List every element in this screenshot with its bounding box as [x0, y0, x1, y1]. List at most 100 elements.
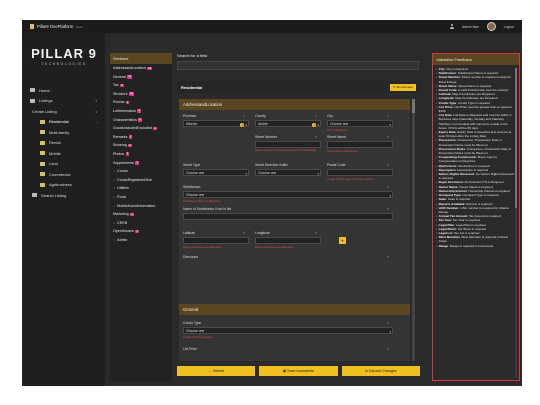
- section-item[interactable]: Rooms 2: [110, 98, 172, 107]
- section-item[interactable]: Marketing 3: [110, 210, 172, 219]
- help-icon[interactable]: ?: [387, 163, 389, 167]
- condo-type-select[interactable]: Choose one ▾: [183, 327, 393, 334]
- section-item[interactable]: Characteristics 3: [110, 116, 172, 125]
- section-item[interactable]: Structure 16: [110, 90, 172, 99]
- section-item[interactable]: Tax 5: [110, 81, 172, 90]
- section-label: Rooms: [113, 100, 125, 105]
- latitude-input[interactable]: [183, 237, 249, 244]
- street-number-input[interactable]: [255, 141, 321, 148]
- section-item[interactable]: GoodsIncludedExcluded 2: [110, 124, 172, 133]
- form-scrollbar[interactable]: [412, 99, 415, 361]
- section-item[interactable]: ✓ Admin: [110, 236, 172, 245]
- user-label[interactable]: Admin Nav: [462, 25, 479, 29]
- search-input[interactable]: [177, 61, 419, 70]
- nav-label: Residential: [49, 119, 69, 125]
- map-pin-icon[interactable]: ⌖: [339, 237, 346, 244]
- nav-agribusiness[interactable]: Agribusiness: [22, 180, 105, 191]
- nav-search-listing[interactable]: Search Listing: [22, 190, 105, 201]
- clear-icon[interactable]: ×: [312, 122, 317, 127]
- section-item[interactable]: AddressandLocation 12: [110, 64, 172, 73]
- help-icon[interactable]: ?: [387, 321, 389, 325]
- section-item[interactable]: ✓ MobileHomeInformation: [110, 202, 172, 211]
- nav-residential[interactable]: Residential ›: [22, 117, 105, 128]
- section-item[interactable]: Showing 2: [110, 141, 172, 150]
- help-icon[interactable]: ?: [315, 135, 317, 139]
- help-icon[interactable]: ?: [387, 135, 389, 139]
- help-icon[interactable]: ?: [243, 231, 245, 235]
- nav-commercial[interactable]: Commercial: [22, 169, 105, 180]
- nav-listings[interactable]: Listings ▾: [22, 96, 105, 107]
- section-item[interactable]: OpenHouses 1: [110, 227, 172, 236]
- validation-item[interactable]: • Expiry Date: Expiry Date is Required an…: [436, 130, 516, 138]
- county-select[interactable]: Airdrie × ▾: [255, 120, 321, 127]
- section-item[interactable]: Supplements 1: [110, 159, 172, 168]
- validation-item[interactable]: • List Date: List Date is Required and mu…: [436, 113, 516, 130]
- section-item[interactable]: ✓ Condo: [110, 167, 172, 176]
- avatar[interactable]: [486, 22, 496, 31]
- validation-item[interactable]: • LINC Number: LINC number is required fo…: [436, 206, 516, 214]
- section-item[interactable]: ✓ CondoRegisteredSize: [110, 176, 172, 185]
- validation-item[interactable]: • List Price: List Price must be greater …: [436, 105, 516, 113]
- discard-changes-button[interactable]: ⊘ Discard Changes: [341, 366, 420, 376]
- validation-item[interactable]: • West Meridian: West Meridian is require…: [436, 235, 516, 243]
- select-controls: × ▾: [240, 122, 247, 127]
- section-item[interactable]: Remarks 2: [110, 133, 172, 142]
- save-incomplete-button[interactable]: ▣ Save Incomplete: [259, 366, 338, 376]
- logout-link[interactable]: Logout: [504, 25, 514, 29]
- bullet-icon: •: [436, 243, 438, 248]
- longitude-error: Map Coordinates are Required: [255, 245, 294, 249]
- help-icon[interactable]: ?: [387, 114, 389, 118]
- validation-item[interactable]: • Cooperating Commission: Buyer Agency Co…: [436, 155, 516, 163]
- section-item[interactable]: ✓ Utilities: [110, 184, 172, 193]
- street-direction-select[interactable]: Choose one ▾: [255, 169, 321, 176]
- validation-scrollbar[interactable]: [515, 68, 517, 378]
- help-icon[interactable]: ?: [243, 114, 245, 118]
- tax-autopop-button[interactable]: ✎ Tax Autopop: [389, 83, 416, 91]
- nav-mobile[interactable]: Mobile: [22, 148, 105, 159]
- validation-item[interactable]: • Range: Range is required in rural areas: [436, 244, 516, 248]
- city-select[interactable]: Choose one ▾: [327, 120, 393, 127]
- help-icon[interactable]: ?: [387, 255, 389, 259]
- nav-home[interactable]: Home: [22, 85, 105, 96]
- section-item[interactable]: General 19: [110, 73, 172, 82]
- list-price-label: List Price: [183, 347, 197, 351]
- province-select[interactable]: Alberta × ▾: [183, 120, 249, 127]
- nav-rental[interactable]: Rental: [22, 138, 105, 149]
- admin-icon[interactable]: [450, 24, 455, 29]
- validation-item[interactable]: • Sellers Rights Reserved: No Sellers Rig…: [436, 172, 516, 180]
- help-icon[interactable]: ?: [387, 185, 389, 189]
- section-item[interactable]: ✓ Rural: [110, 193, 172, 202]
- subdivision-name-label: Name of Subdivision if not in list: [183, 207, 232, 211]
- subdivision-select[interactable]: Choose one ▾: [183, 191, 393, 198]
- submit-button[interactable]: → Submit: [177, 366, 256, 376]
- chevron-down-icon: ▾: [389, 329, 391, 334]
- section-item[interactable]: ✓ CREB: [110, 219, 172, 228]
- longitude-input[interactable]: [255, 237, 321, 244]
- scroll-thumb[interactable]: [412, 99, 415, 113]
- street-type-select[interactable]: Choose one ▾: [183, 169, 249, 176]
- nav-land[interactable]: Land: [22, 159, 105, 170]
- nav-multi-family[interactable]: Multi-family: [22, 127, 105, 138]
- scroll-thumb[interactable]: [515, 68, 517, 208]
- help-icon[interactable]: ?: [315, 114, 317, 118]
- home-icon: [30, 88, 35, 93]
- nav-create-listing[interactable]: Create Listing ▾: [22, 106, 105, 117]
- street-name-input[interactable]: [327, 141, 393, 148]
- help-icon[interactable]: ?: [387, 347, 389, 351]
- section-count-badge: 2: [137, 109, 141, 114]
- section-label: Showing: [113, 143, 127, 148]
- section-label: Characteristics: [113, 117, 137, 122]
- validation-item[interactable]: • Possession: Possession, Possession Date…: [436, 138, 516, 146]
- check-icon: ✓: [113, 220, 116, 225]
- clear-icon[interactable]: ×: [240, 122, 245, 127]
- postal-code-input[interactable]: [327, 169, 393, 176]
- section-item[interactable]: Photos 1: [110, 150, 172, 159]
- subdivision-name-input[interactable]: [183, 213, 393, 220]
- validation-item[interactable]: • Street Number: Street number is require…: [436, 75, 516, 83]
- help-icon[interactable]: ?: [315, 231, 317, 235]
- section-item[interactable]: LotInformation 2: [110, 107, 172, 116]
- validation-item[interactable]: • Possession Notes: Possession, Possessio…: [436, 147, 516, 155]
- condo-type-label: Condo Type: [183, 321, 202, 325]
- app-brand[interactable]: Pillar9 OnePlatform Beta: [22, 24, 82, 29]
- help-icon[interactable]: ?: [387, 207, 389, 211]
